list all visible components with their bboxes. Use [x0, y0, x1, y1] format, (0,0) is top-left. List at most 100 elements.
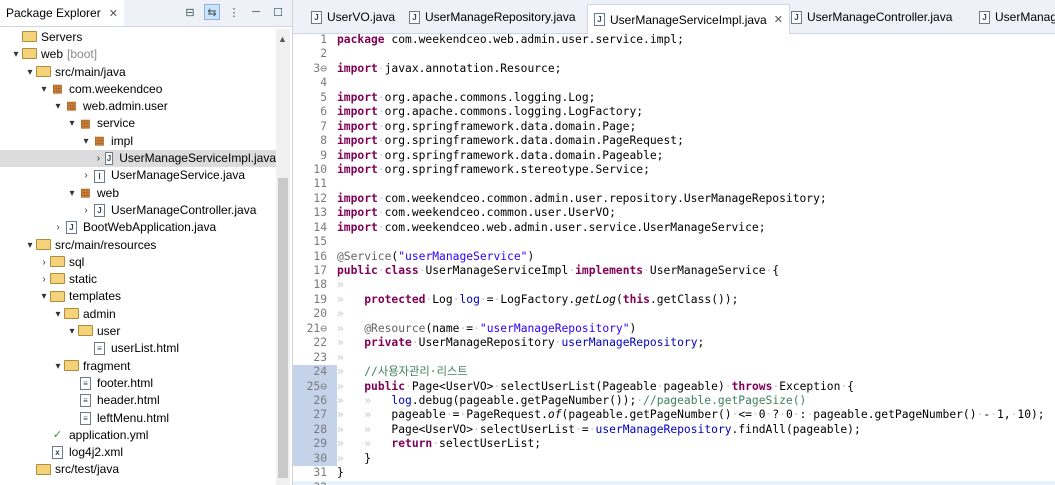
code-line[interactable]: 7 import·org.springframework.data.domain.…: [293, 120, 1055, 134]
code-line[interactable]: 32: [293, 480, 1055, 485]
code-line[interactable]: 25⊖» public·Page<UserVO>·selectUserList(…: [293, 379, 1055, 394]
chevron-right-icon[interactable]: ›: [52, 219, 64, 236]
code-line[interactable]: 15: [293, 235, 1055, 249]
line-number: 2: [320, 47, 327, 61]
chevron-down-icon[interactable]: ▾: [24, 237, 36, 254]
chevron-down-icon[interactable]: ▾: [66, 115, 78, 132]
tree-item[interactable]: ▾ user: [0, 323, 276, 340]
chevron-right-icon[interactable]: ›: [38, 254, 50, 271]
chevron-down-icon[interactable]: ▾: [80, 133, 92, 150]
line-number: 8: [320, 134, 327, 148]
code-line[interactable]: 27» » pageable·=·PageRequest.of(pageable…: [293, 408, 1055, 423]
code-line[interactable]: 21⊖ » @Resource(name·=·"userManageReposit…: [293, 322, 1055, 336]
tree-item[interactable]: x log4j2.xml: [0, 444, 276, 461]
tree-item[interactable]: › J BootWebApplication.java: [0, 219, 276, 236]
code-line[interactable]: 29» » return·selectUserList;: [293, 437, 1055, 452]
code-line[interactable]: 19 » protected·Log·log·=·LogFactory.getLo…: [293, 293, 1055, 307]
tree-item[interactable]: ≡ footer.html: [0, 375, 276, 392]
code-line[interactable]: 14 import·com.weekendceo.web.admin.user.s…: [293, 221, 1055, 235]
code-line[interactable]: 23 »: [293, 351, 1055, 365]
code-line[interactable]: 24» //사용자관리·리스트: [293, 365, 1055, 380]
tree-item[interactable]: ▾ ▦ service: [0, 115, 276, 132]
code-line[interactable]: 26» » log.debug(pageable.getPageNumber()…: [293, 393, 1055, 409]
editor-tab[interactable]: J UserManageController.java: [791, 5, 952, 29]
tree-item[interactable]: › sql: [0, 254, 276, 271]
code-line[interactable]: 20 »: [293, 307, 1055, 321]
folder-icon: [64, 308, 79, 321]
code-line[interactable]: 2: [293, 47, 1055, 61]
editor-tab[interactable]: J UserManageServiceImpl.java ✕: [587, 4, 790, 34]
tree-item[interactable]: ▾ templates: [0, 288, 276, 305]
tree-item[interactable]: ▾ admin: [0, 306, 276, 323]
tree-item[interactable]: ▾ web [boot]: [0, 46, 276, 63]
chevron-right-icon[interactable]: ›: [38, 271, 50, 288]
code-line[interactable]: 4: [293, 76, 1055, 90]
close-icon[interactable]: ✕: [774, 13, 783, 26]
chevron-down-icon[interactable]: ▾: [52, 358, 64, 375]
code-line[interactable]: 30» }: [293, 451, 1055, 467]
tree-item[interactable]: ▾ ▦ com.weekendceo: [0, 81, 276, 98]
link-with-editor-icon[interactable]: ⇆: [204, 4, 220, 20]
code-text: import·org.apache.commons.logging.Log;: [337, 90, 596, 104]
code-line[interactable]: 31}: [293, 466, 1055, 480]
code-line[interactable]: 13 import·com.weekendceo.common.user.User…: [293, 206, 1055, 220]
code-line[interactable]: 17 public·class·UserManageServiceImpl·imp…: [293, 264, 1055, 278]
maximize-icon[interactable]: ☐: [270, 4, 286, 20]
tree-scrollbar-thumb[interactable]: [278, 178, 288, 478]
minimize-icon[interactable]: ─: [248, 4, 264, 20]
tree-item[interactable]: ≡ userList.html: [0, 340, 276, 357]
package-explorer-tab[interactable]: Package Explorer ✕: [0, 0, 124, 26]
code-text: import·com.weekendceo.common.admin.user.…: [337, 191, 827, 205]
view-menu-icon[interactable]: ⋮: [226, 4, 242, 20]
tree-item[interactable]: ✓ application.yml: [0, 427, 276, 444]
tree-item[interactable]: ≡ header.html: [0, 392, 276, 409]
code-line[interactable]: 8 import·org.springframework.data.domain.…: [293, 134, 1055, 148]
chevron-down-icon[interactable]: ▾: [66, 323, 78, 340]
chevron-down-icon[interactable]: ▾: [10, 46, 22, 63]
tree-item[interactable]: ≡ leftMenu.html: [0, 410, 276, 427]
code-line[interactable]: 11: [293, 177, 1055, 191]
tree-item[interactable]: ▾ src/main/resources: [0, 237, 276, 254]
code-line[interactable]: 3⊖ import·javax.annotation.Resource;: [293, 62, 1055, 76]
code-area[interactable]: 1 package com.weekendceo.web.admin.user.s…: [293, 33, 1055, 485]
editor-tab[interactable]: J UserManageRepository.java: [409, 5, 576, 29]
close-icon[interactable]: ✕: [109, 7, 118, 20]
code-text: » //사용자관리·리스트: [337, 365, 468, 379]
code-line[interactable]: 28» » Page<UserVO>·selectUserList·=·user…: [293, 422, 1055, 438]
tree-item[interactable]: › J UserManageController.java: [0, 202, 276, 219]
tree-item[interactable]: ▾ ▦ impl: [0, 133, 276, 150]
code-line[interactable]: 16 @Service("userManageService"): [293, 250, 1055, 264]
chevron-down-icon[interactable]: ▾: [52, 306, 64, 323]
chevron-down-icon[interactable]: ▾: [52, 98, 64, 115]
tree-item[interactable]: › I UserManageService.java: [0, 167, 276, 184]
code-line[interactable]: 18 »: [293, 278, 1055, 292]
code-line[interactable]: 22 » private·UserManageRepository·userMan…: [293, 336, 1055, 350]
tree-item[interactable]: src/test/java: [0, 461, 276, 478]
tree-item[interactable]: ▾ ▦ web.admin.user: [0, 98, 276, 115]
tree-item[interactable]: › static: [0, 271, 276, 288]
chevron-down-icon[interactable]: ▾: [38, 288, 50, 305]
chevron-down-icon[interactable]: ▾: [38, 81, 50, 98]
tree-item[interactable]: ▾ src/main/java: [0, 64, 276, 81]
editor-tab[interactable]: J UserVO.java: [311, 5, 395, 29]
code-line[interactable]: 9 import·org.springframework.data.domain.…: [293, 149, 1055, 163]
tree-item[interactable]: Servers: [0, 29, 276, 46]
chevron-right-icon[interactable]: ›: [80, 167, 92, 184]
tree-item[interactable]: › J UserManageServiceImpl.java: [0, 150, 276, 168]
scroll-up-icon[interactable]: ▲: [278, 34, 287, 44]
chevron-right-icon[interactable]: ›: [94, 150, 103, 167]
chevron-down-icon[interactable]: ▾: [24, 64, 36, 81]
code-line[interactable]: 12 import·com.weekendceo.common.admin.use…: [293, 192, 1055, 206]
code-line[interactable]: 6 import·org.apache.commons.logging.LogFa…: [293, 105, 1055, 119]
chevron-down-icon[interactable]: ▾: [66, 185, 78, 202]
chevron-right-icon[interactable]: ›: [80, 202, 92, 219]
collapse-all-icon[interactable]: ⊟: [182, 4, 198, 20]
code-line[interactable]: 1 package com.weekendceo.web.admin.user.s…: [293, 33, 1055, 47]
editor-tab[interactable]: J UserManag: [979, 5, 1055, 29]
code-line[interactable]: 5 import·org.apache.commons.logging.Log;: [293, 91, 1055, 105]
tree-item[interactable]: ▾ ▦ web: [0, 185, 276, 202]
tree-item[interactable]: ▾ fragment: [0, 358, 276, 375]
code-line[interactable]: 10 import·org.springframework.stereotype.…: [293, 163, 1055, 177]
